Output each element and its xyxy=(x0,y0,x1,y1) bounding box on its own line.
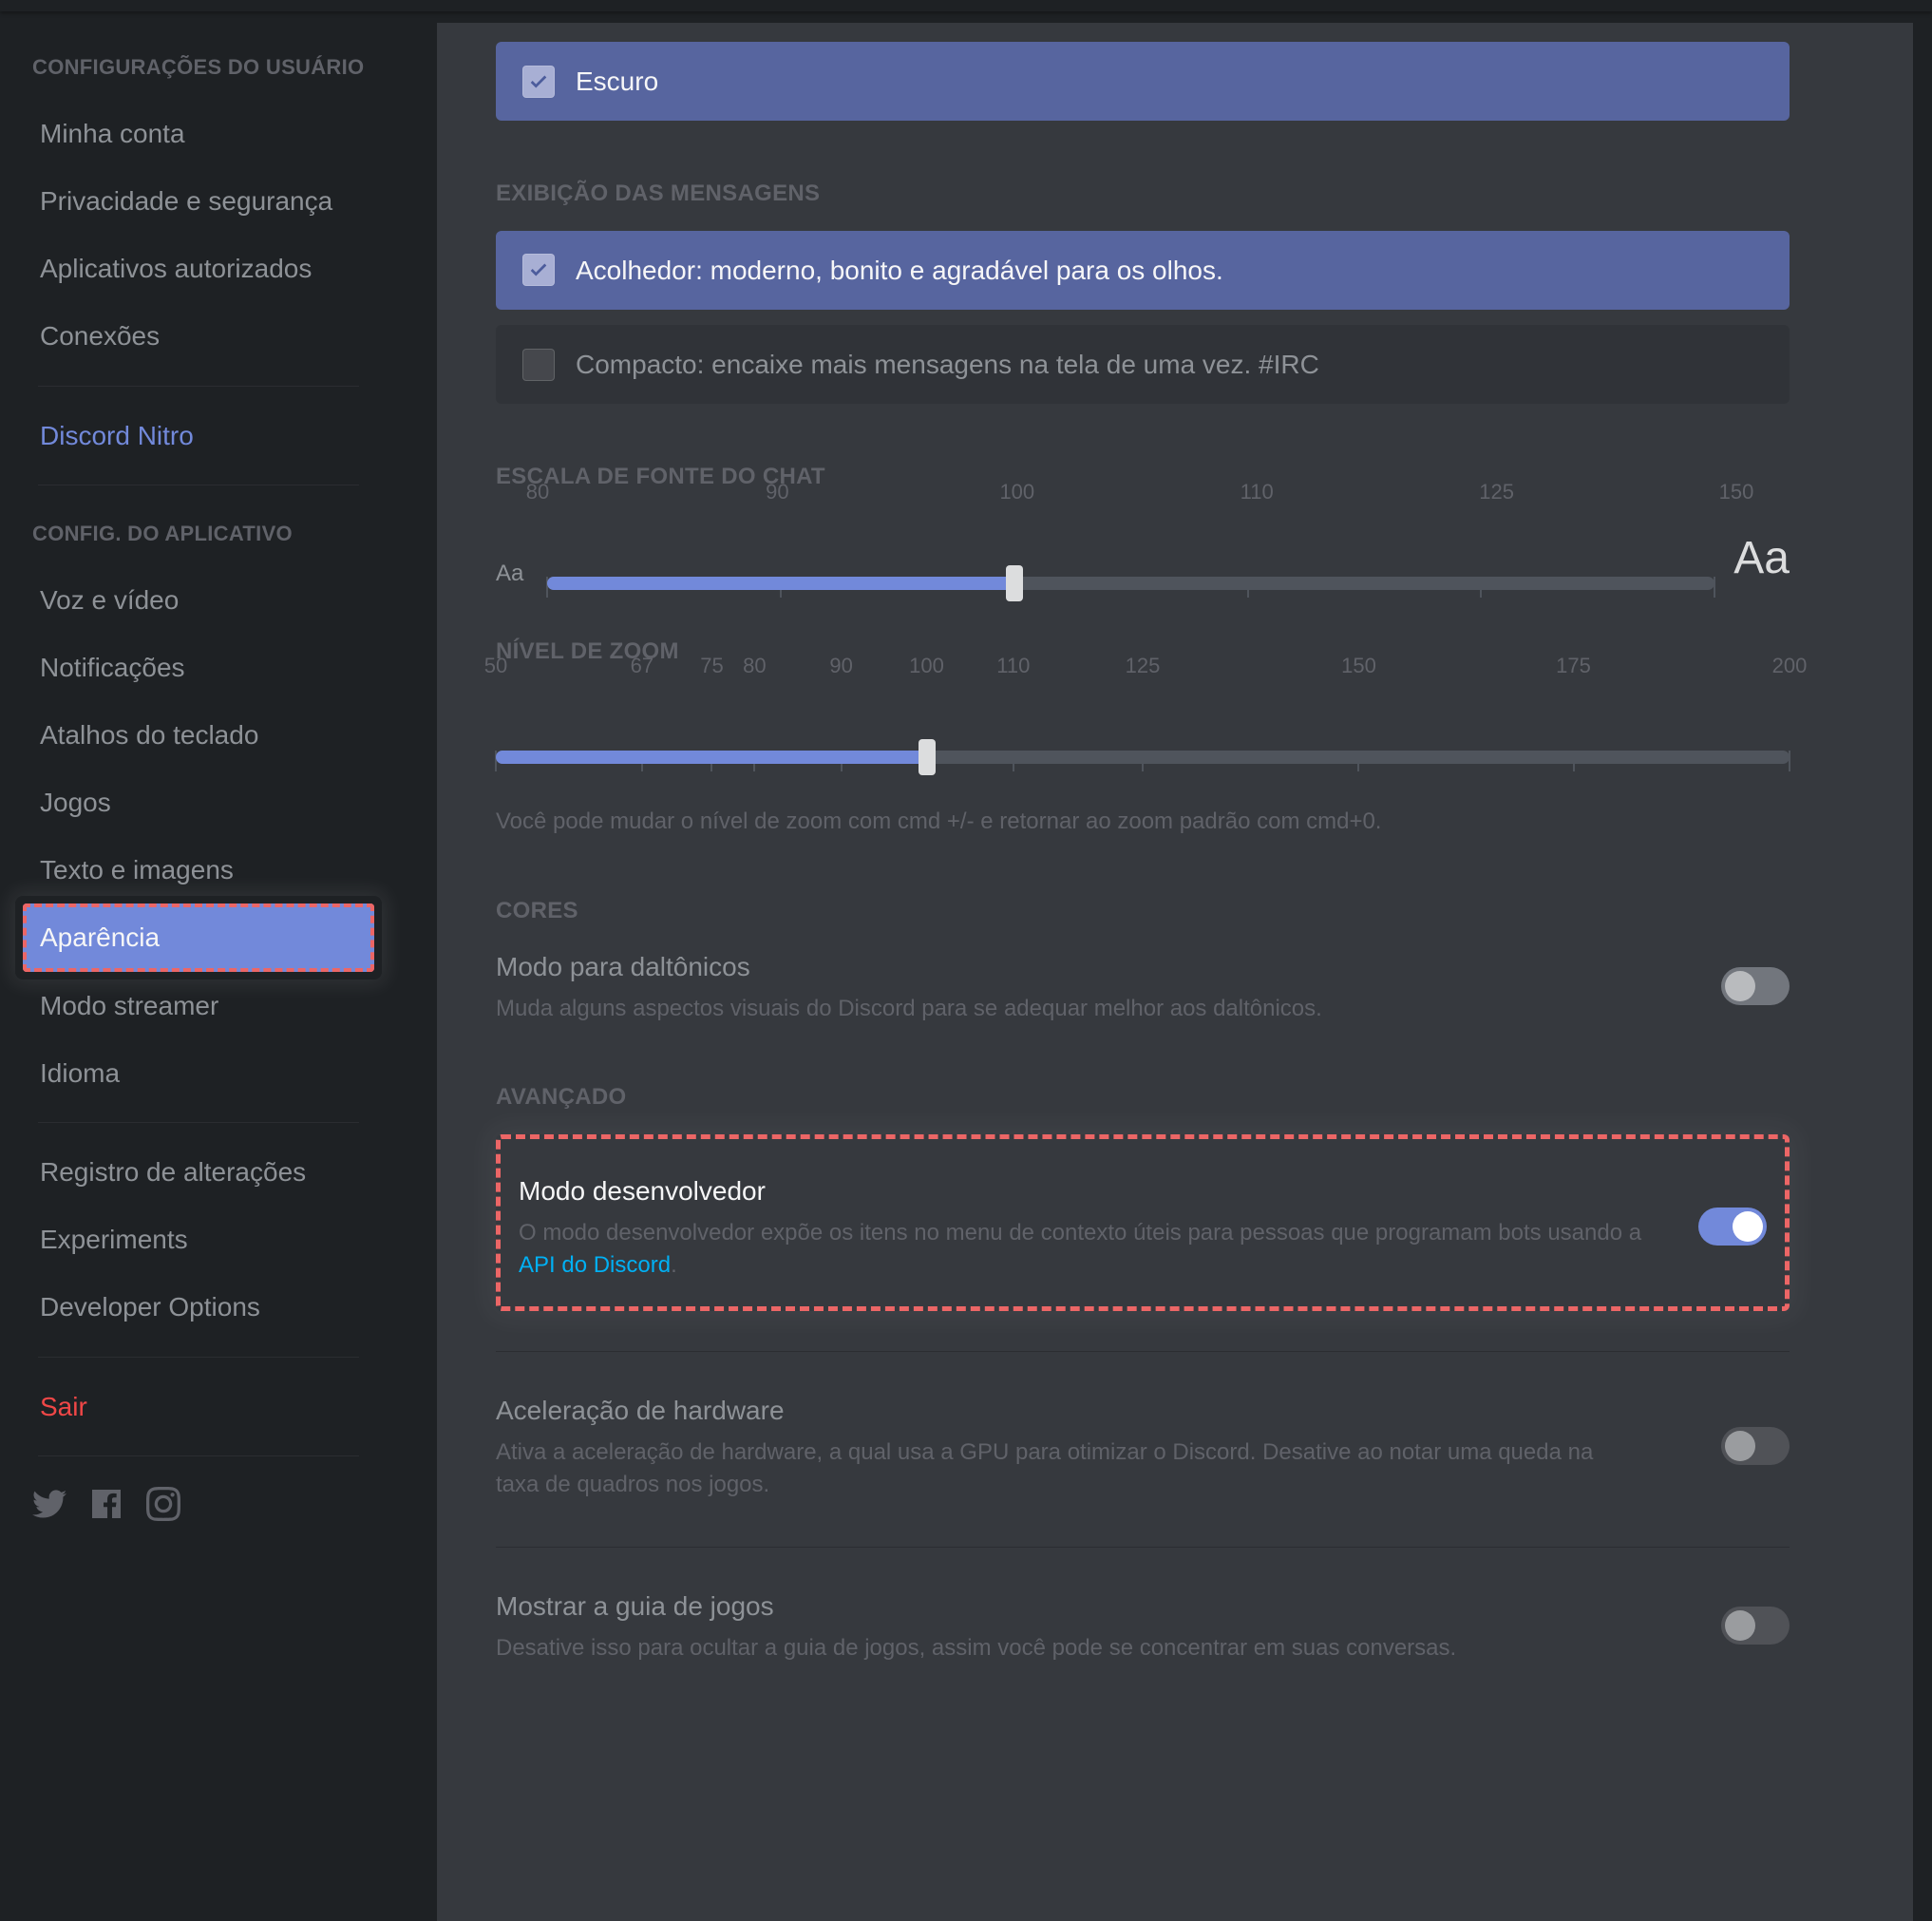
cozy-option-label: Acolhedor: moderno, bonito e agradável p… xyxy=(576,252,1223,289)
message-display-compact[interactable]: Compacto: encaixe mais mensagens na tela… xyxy=(496,325,1790,404)
checkbox-icon xyxy=(522,349,555,381)
slider-tick xyxy=(1573,751,1575,771)
colorblind-mode-desc: Muda alguns aspectos visuais do Discord … xyxy=(496,993,1636,1025)
colorblind-mode-title: Modo para daltônicos xyxy=(496,948,1721,985)
compact-option-label: Compacto: encaixe mais mensagens na tela… xyxy=(576,346,1319,383)
message-display-cozy[interactable]: Acolhedor: moderno, bonito e agradável p… xyxy=(496,231,1790,310)
sidebar-divider xyxy=(38,386,359,387)
slider-tick-label: 50 xyxy=(484,652,507,681)
slider-tick-label: 100 xyxy=(909,652,944,681)
theme-option-dark-label: Escuro xyxy=(576,63,658,100)
slider-tick-label: 80 xyxy=(743,652,766,681)
sidebar-item-connections[interactable]: Conexões xyxy=(23,302,374,370)
games-tab-title: Mostrar a guia de jogos xyxy=(496,1588,1721,1625)
sidebar-divider xyxy=(38,1455,359,1456)
slider-tick-label: 200 xyxy=(1772,652,1808,681)
hardware-accel-title: Aceleração de hardware xyxy=(496,1392,1721,1429)
font-scale-slider[interactable] xyxy=(547,577,1714,590)
slider-tick-label: 90 xyxy=(766,478,788,507)
slider-tick-label: 125 xyxy=(1479,478,1514,507)
slider-tick xyxy=(1480,577,1482,598)
slider-tick xyxy=(1142,751,1144,771)
slider-tick-label: 150 xyxy=(1341,652,1376,681)
sidebar-item-appearance[interactable]: Aparência xyxy=(23,903,374,971)
checkbox-icon xyxy=(522,66,555,98)
zoom-slider-wrap: 5067758090100110125150175200 xyxy=(496,688,1790,764)
slider-tick-label: 110 xyxy=(1241,478,1274,507)
sidebar-item-experiments[interactable]: Experiments xyxy=(23,1206,374,1273)
section-divider xyxy=(496,1547,1790,1548)
developer-mode-toggle[interactable] xyxy=(1698,1208,1767,1246)
facebook-icon[interactable] xyxy=(89,1487,123,1521)
slider-tick-label: 100 xyxy=(999,478,1034,507)
sidebar-item-logout[interactable]: Sair xyxy=(23,1373,374,1440)
slider-tick xyxy=(1714,577,1715,598)
sidebar-app-header: CONFIG. DO APLICATIVO xyxy=(32,520,365,549)
sidebar-item-authorized-apps[interactable]: Aplicativos autorizados xyxy=(23,235,374,302)
section-divider xyxy=(496,1351,1790,1352)
slider-tick-label: 175 xyxy=(1556,652,1591,681)
instagram-icon[interactable] xyxy=(146,1487,180,1521)
checkbox-icon xyxy=(522,254,555,286)
sidebar-item-developer-options[interactable]: Developer Options xyxy=(23,1273,374,1341)
font-scale-preview-small: Aa xyxy=(496,558,538,590)
colorblind-mode-toggle[interactable] xyxy=(1721,967,1790,1005)
hardware-accel-toggle[interactable] xyxy=(1721,1427,1790,1465)
colors-header: CORES xyxy=(496,895,1790,927)
sidebar-divider xyxy=(38,1122,359,1123)
sidebar-user-header: CONFIGURAÇÕES DO USUÁRIO xyxy=(32,53,365,83)
font-scale-preview-big: Aa xyxy=(1733,526,1790,590)
slider-tick-label: 90 xyxy=(829,652,852,681)
message-display-header: EXIBIÇÃO DAS MENSAGENS xyxy=(496,178,1790,210)
sidebar-item-voice-video[interactable]: Voz e vídeo xyxy=(23,566,374,634)
zoom-slider[interactable] xyxy=(496,751,1790,764)
slider-thumb[interactable] xyxy=(919,739,936,775)
slider-tick xyxy=(1247,577,1249,598)
sidebar-item-text-images[interactable]: Texto e imagens xyxy=(23,836,374,903)
slider-tick xyxy=(1013,751,1014,771)
sidebar-item-nitro[interactable]: Discord Nitro xyxy=(23,402,374,469)
colorblind-mode-row: Modo para daltônicos Muda alguns aspecto… xyxy=(496,948,1790,1025)
settings-sidebar: CONFIGURAÇÕES DO USUÁRIO Minha conta Pri… xyxy=(13,23,389,1919)
sidebar-item-language[interactable]: Idioma xyxy=(23,1039,374,1107)
slider-tick xyxy=(1789,751,1790,771)
hardware-accel-desc: Ativa a aceleração de hardware, a qual u… xyxy=(496,1436,1636,1500)
zoom-note: Você pode mudar o nível de zoom com cmd … xyxy=(496,806,1790,838)
sidebar-item-notifications[interactable]: Notificações xyxy=(23,634,374,701)
sidebar-item-privacy[interactable]: Privacidade e segurança xyxy=(23,167,374,235)
slider-thumb[interactable] xyxy=(1006,565,1023,601)
sidebar-item-keybinds[interactable]: Atalhos do teclado xyxy=(23,701,374,769)
slider-tick-label: 150 xyxy=(1719,478,1754,507)
developer-mode-section: Modo desenvolvedor O modo desenvolvedor … xyxy=(496,1134,1790,1311)
games-tab-desc: Desative isso para ocultar a guia de jog… xyxy=(496,1632,1636,1664)
sidebar-item-changelog[interactable]: Registro de alterações xyxy=(23,1138,374,1206)
font-scale-slider-wrap: 8090100110125150 Aa Aa xyxy=(496,514,1790,590)
hardware-accel-row: Aceleração de hardware Ativa a aceleraçã… xyxy=(496,1392,1790,1500)
advanced-header: AVANÇADO xyxy=(496,1081,1790,1113)
sidebar-item-streamer[interactable]: Modo streamer xyxy=(23,972,374,1039)
sidebar-item-games[interactable]: Jogos xyxy=(23,769,374,836)
slider-tick-label: 110 xyxy=(996,652,1030,681)
sidebar-item-my-account[interactable]: Minha conta xyxy=(23,100,374,167)
slider-tick xyxy=(1357,751,1359,771)
slider-tick-label: 125 xyxy=(1126,652,1161,681)
sidebar-divider xyxy=(38,1357,359,1358)
slider-tick-label: 75 xyxy=(700,652,723,681)
slider-tick-label: 80 xyxy=(526,478,549,507)
developer-mode-desc: O modo desenvolvedor expõe os itens no m… xyxy=(519,1217,1658,1281)
twitter-icon[interactable] xyxy=(32,1487,66,1521)
window-header-strip xyxy=(0,0,1932,11)
developer-mode-title: Modo desenvolvedor xyxy=(519,1172,1698,1209)
discord-api-link[interactable]: API do Discord xyxy=(519,1252,671,1278)
games-tab-toggle[interactable] xyxy=(1721,1607,1790,1645)
appearance-settings-content: Escuro EXIBIÇÃO DAS MENSAGENS Acolhedor:… xyxy=(437,23,1913,1921)
games-tab-row: Mostrar a guia de jogos Desative isso pa… xyxy=(496,1588,1790,1664)
font-scale-header: ESCALA DE FONTE DO CHAT xyxy=(496,461,1790,493)
sidebar-social-row xyxy=(32,1487,365,1521)
theme-option-dark[interactable]: Escuro xyxy=(496,42,1790,121)
slider-tick-label: 67 xyxy=(631,652,653,681)
